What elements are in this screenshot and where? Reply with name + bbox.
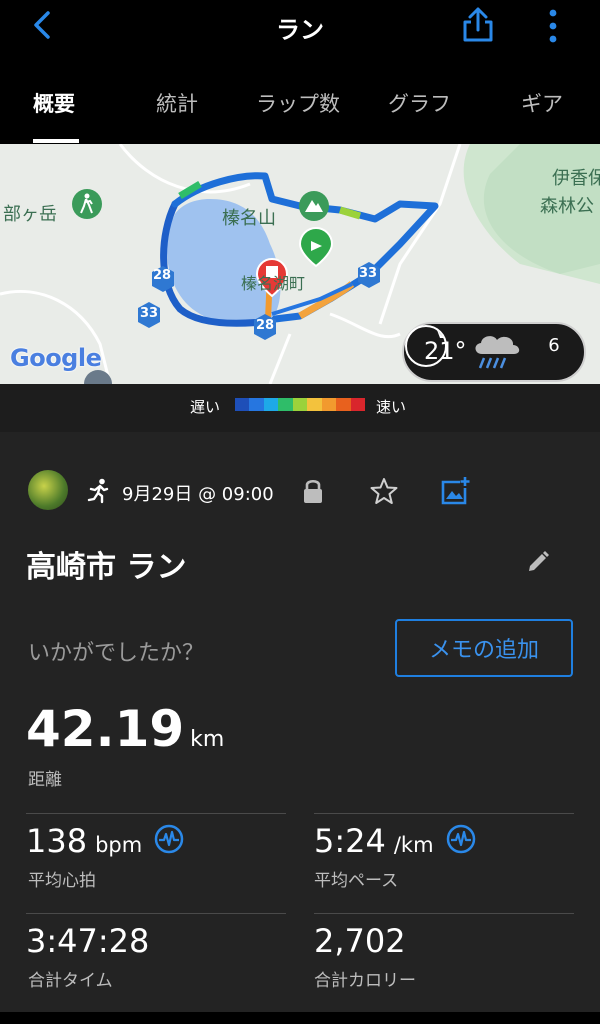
more-options-icon[interactable] [540,8,566,44]
total-time-value: 3:47:28 [26,922,150,960]
tab-bar: 概要 統計 ラップ数 グラフ ギア [0,68,600,144]
star-icon[interactable] [370,477,398,505]
google-attribution: Google [10,344,102,372]
pace-legend: 遅い 速い [0,384,600,432]
avg-heart-rate-label: 平均心拍 [28,871,96,891]
add-photo-icon[interactable] [440,476,470,506]
route-number-33-left: 33 [140,306,159,321]
avatar[interactable] [28,470,68,510]
wind-compass-icon [405,325,447,367]
avg-pace-label: 平均ペース [314,871,399,891]
tab-laps[interactable]: ラップ数 [256,88,340,118]
map-label-right-top: 伊香保 [552,168,600,189]
share-icon[interactable] [460,6,496,44]
divider [314,913,574,914]
distance-unit: km [190,727,225,752]
legend-color-swatch-1 [249,398,264,411]
mountain-icon [305,200,323,212]
map-label-right-mid: 森林公 [540,196,594,217]
wind-speed: 6 [548,335,560,356]
avg-pace-value: 5:24/km [314,822,476,860]
divider [26,813,286,814]
route-map[interactable]: 部ヶ岳 榛名山 伊香保 森林公 榛名湖町 28 33 33 28 Google … [0,144,600,384]
feedback-prompt: いかがでしたか？ [28,641,205,666]
running-icon [87,478,109,504]
legend-color-swatch-3 [278,398,293,411]
legend-fast-label: 速い [376,398,407,416]
legend-color-swatch-7 [336,398,351,411]
distance-label: 距離 [28,770,62,790]
map-label-mountain: 榛名山 [222,208,276,229]
map-label-left: 部ヶ岳 [3,204,57,225]
edit-pencil-icon[interactable] [526,550,550,574]
total-time-label: 合計タイム [28,971,113,991]
lock-icon[interactable] [302,478,324,504]
tab-gear[interactable]: ギア [521,88,563,118]
activity-date: 9月29日 @ 09:00 [122,484,274,505]
total-calories-label: 合計カロリー [314,971,416,991]
add-memo-button[interactable]: メモの追加 [395,619,573,677]
active-tab-indicator [33,139,79,143]
divider [26,913,286,914]
legend-color-swatch-5 [307,398,322,411]
top-bar: ラン [0,0,600,52]
divider [314,813,574,814]
legend-color-swatch-2 [263,398,279,411]
legend-color-scale [235,398,365,411]
tab-overview[interactable]: 概要 [33,88,75,118]
activity-summary-card: 9月29日 @ 09:00 高崎市 ラン いかがでしたか？ メモの追加 42.1… [0,432,600,1012]
weather-widget: 21° 6 [402,322,586,382]
map-label-lake: 榛名湖町 [241,274,306,293]
avg-heart-rate-value: 138 bpm [26,822,184,860]
legend-slow-label: 遅い [190,398,221,416]
route-number-28-bottom: 28 [256,318,275,333]
heart-rate-zone-icon[interactable] [154,824,184,854]
legend-color-swatch-4 [292,398,308,411]
tab-graph[interactable]: グラフ [388,88,451,118]
hiking-icon [80,193,93,214]
page-title: ラン [276,16,324,44]
total-calories-value: 2,702 [314,922,406,960]
legend-color-swatch-6 [321,398,337,411]
route-number-28-left: 28 [153,268,172,283]
tab-stats[interactable]: 統計 [156,88,198,118]
route-number-33-right: 33 [359,266,378,281]
rain-cloud-icon [475,336,520,369]
pace-zone-icon[interactable] [446,824,476,854]
legend-color-swatch-8 [350,398,365,411]
legend-color-swatch-0 [235,398,250,411]
distance-value: 42.19 km [26,700,225,758]
activity-title: 高崎市 ラン [26,550,187,585]
